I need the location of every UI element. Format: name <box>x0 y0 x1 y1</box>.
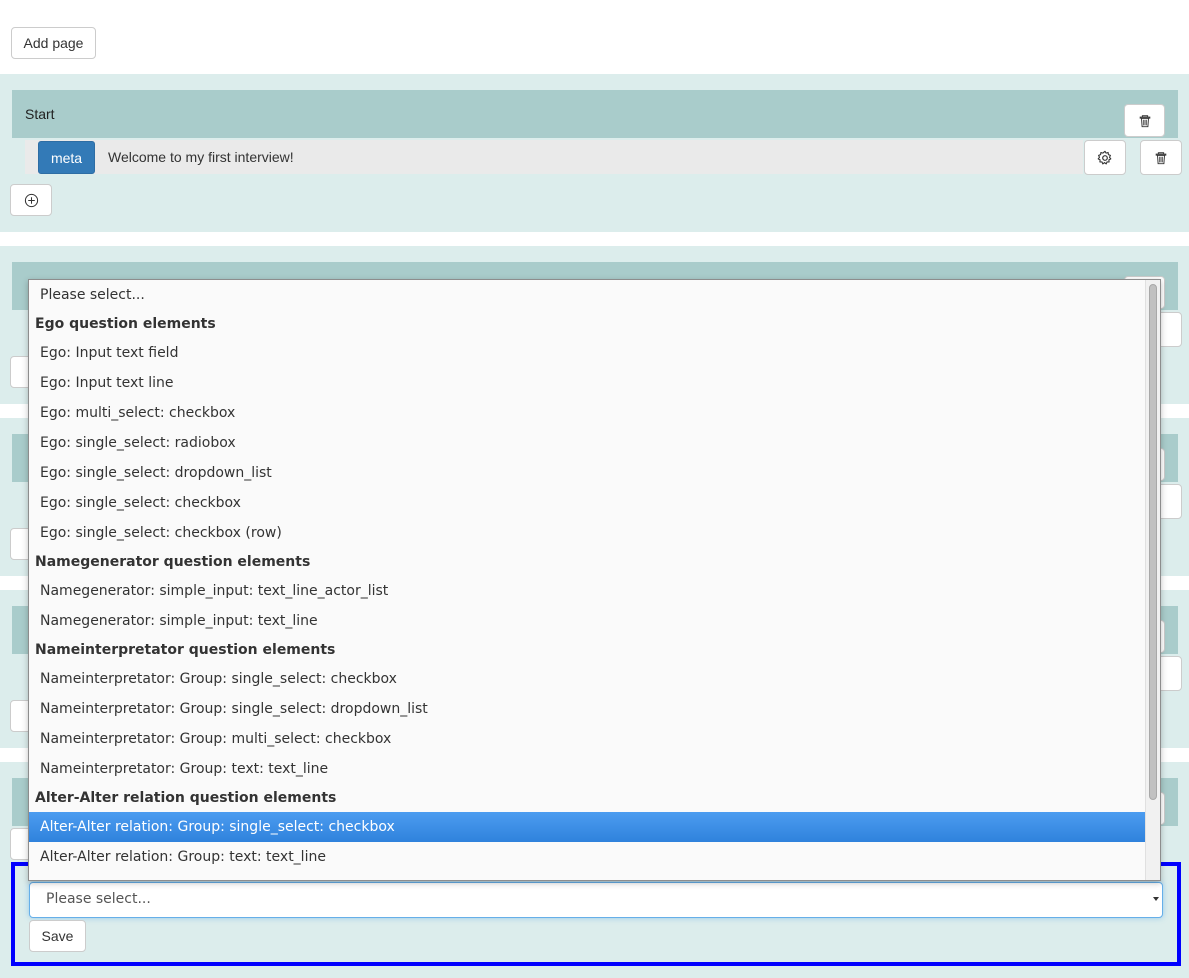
select-value: Please select... <box>46 891 151 907</box>
dropdown-group-header: Alter-Alter relation question elements <box>35 790 337 806</box>
element-row: meta Welcome to my first interview! <box>25 140 1083 174</box>
element-type-dropdown-list[interactable]: Please select... Ego question elements Ego… <box>28 279 1161 881</box>
dropdown-option[interactable]: Ego: single_select: dropdown_list <box>29 458 1160 488</box>
trash-icon <box>1154 151 1168 165</box>
add-element-button[interactable] <box>10 184 52 216</box>
delete-page-button[interactable] <box>1124 104 1165 137</box>
dropdown-option[interactable]: Nameinterpretator: Group: single_select:… <box>29 694 1160 724</box>
plus-circle-icon <box>24 193 39 208</box>
dropdown-group-header: Ego question elements <box>35 316 216 332</box>
dropdown-option[interactable]: Ego: Input text line <box>29 368 1160 398</box>
dropdown-scrollbar[interactable] <box>1145 280 1160 880</box>
dropdown-group-header: Namegenerator question elements <box>35 554 311 570</box>
trash-icon <box>1138 114 1152 128</box>
scrollbar-thumb[interactable] <box>1149 284 1157 800</box>
dropdown-option[interactable]: Ego: Input text field <box>29 338 1160 368</box>
dropdown-option[interactable]: Alter-Alter relation: Group: single_sele… <box>29 812 1160 842</box>
dropdown-option[interactable]: Nameinterpretator: Group: multi_select: … <box>29 724 1160 754</box>
dropdown-group-header: Nameinterpretator question elements <box>35 642 336 658</box>
dropdown-option[interactable]: Ego: single_select: checkbox <box>29 488 1160 518</box>
chevron-down-icon <box>1153 897 1159 901</box>
add-page-button[interactable]: Add page <box>11 27 96 59</box>
delete-element-button[interactable] <box>1140 140 1182 175</box>
dropdown-option[interactable]: Please select... <box>29 280 1160 310</box>
dropdown-option[interactable]: Ego: multi_select: checkbox <box>29 398 1160 428</box>
element-settings-button[interactable] <box>1084 140 1126 175</box>
element-text: Welcome to my first interview! <box>108 149 294 165</box>
element-type-select[interactable]: Please select... <box>29 882 1163 918</box>
dropdown-option[interactable]: Namegenerator: simple_input: text_line_a… <box>29 576 1160 606</box>
element-type-badge: meta <box>38 141 95 174</box>
page-block-start: Start meta Welcome to my first interview… <box>0 74 1189 232</box>
page-title: Start <box>25 106 55 122</box>
dropdown-option[interactable]: Nameinterpretator: Group: text: text_lin… <box>29 754 1160 784</box>
dropdown-option[interactable]: Alter-Alter relation: Group: text: text_… <box>29 842 1160 872</box>
dropdown-option[interactable]: Ego: single_select: checkbox (row) <box>29 518 1160 548</box>
save-button[interactable]: Save <box>29 920 86 952</box>
page-header: Start <box>12 90 1178 138</box>
dropdown-option[interactable]: Namegenerator: simple_input: text_line <box>29 606 1160 636</box>
dropdown-option[interactable]: Ego: single_select: radiobox <box>29 428 1160 458</box>
gear-icon <box>1097 150 1113 166</box>
dropdown-option[interactable]: Nameinterpretator: Group: single_select:… <box>29 664 1160 694</box>
dropdown-options: Please select... Ego question elements Ego… <box>29 280 1160 872</box>
